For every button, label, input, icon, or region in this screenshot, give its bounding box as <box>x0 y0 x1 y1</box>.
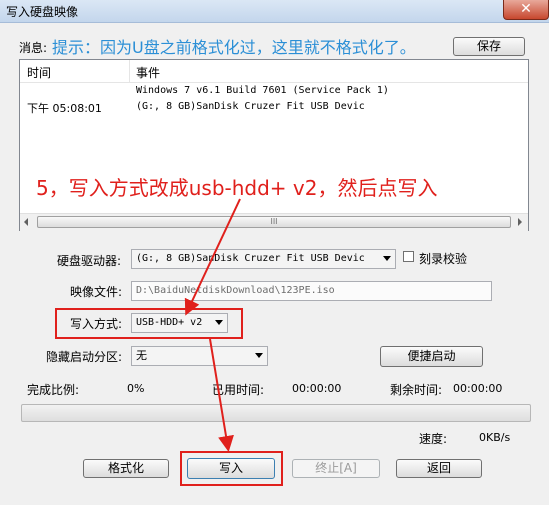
write-disk-image-dialog: 写入硬盘映像 ✕ 消息: 提示：因为U盘之前格式化过，这里就不格式化了。 保存 … <box>0 0 549 505</box>
arrow-to-write-mode-icon <box>184 198 241 316</box>
arrow-to-write-button-icon <box>209 338 234 452</box>
annotation-arrows <box>184 198 241 452</box>
